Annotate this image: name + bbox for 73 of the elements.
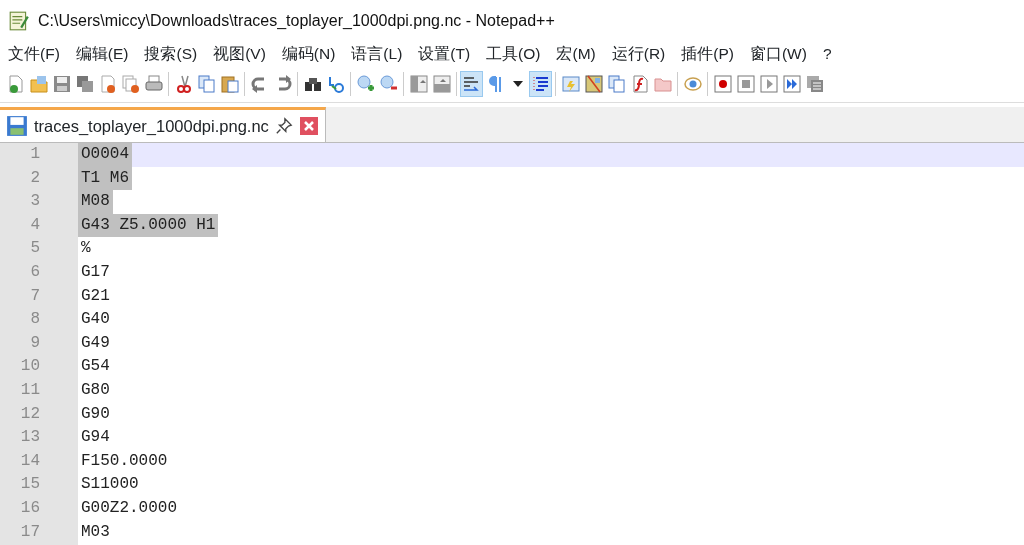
menu-item[interactable]: 窗口(W) bbox=[741, 41, 815, 66]
code-line: G49 bbox=[80, 332, 111, 354]
window-title: C:\Users\miccy\Downloads\traces_toplayer_1000dpi.png.nc - Notepad++ bbox=[38, 10, 555, 31]
code-line: G54 bbox=[80, 356, 111, 378]
code-line: G40 bbox=[80, 309, 111, 331]
fast-forward-icon bbox=[781, 74, 802, 94]
record-icon bbox=[712, 74, 733, 94]
menu-item[interactable]: 文件(F) bbox=[0, 41, 68, 66]
line-number: 3 bbox=[0, 190, 78, 214]
code-line: F150.0000 bbox=[80, 450, 169, 472]
menu-item[interactable]: 插件(P) bbox=[673, 41, 742, 66]
code-line: S11000 bbox=[80, 474, 140, 496]
file-tab[interactable]: traces_toplayer_1000dpi.png.nc bbox=[0, 107, 326, 142]
split-view-icon bbox=[431, 74, 452, 94]
code-line: G90 bbox=[80, 403, 111, 425]
code-line: G80 bbox=[80, 379, 111, 401]
zoom-in-icon bbox=[355, 74, 376, 94]
line-number: 16 bbox=[0, 496, 78, 521]
line-number: 15 bbox=[0, 473, 78, 497]
save-all-icon bbox=[74, 74, 95, 94]
code-line: G21 bbox=[80, 285, 111, 307]
menu-item[interactable]: 设置(T) bbox=[410, 41, 479, 66]
dropdown-icon bbox=[512, 81, 523, 87]
line-number: 9 bbox=[0, 331, 78, 356]
line-number: 6 bbox=[0, 260, 78, 285]
menu-item[interactable]: 宏(M) bbox=[548, 41, 604, 66]
menu-item[interactable]: 编码(N) bbox=[273, 41, 344, 66]
code-line: G17 bbox=[80, 261, 111, 283]
menu-item[interactable]: 工具(O) bbox=[478, 41, 549, 66]
line-number: 4 bbox=[0, 213, 78, 238]
close-icon[interactable] bbox=[298, 116, 319, 136]
menu-item[interactable]: 搜索(S) bbox=[136, 41, 206, 66]
open-folder-icon bbox=[28, 74, 49, 94]
line-number: 7 bbox=[0, 284, 78, 309]
stop-icon bbox=[735, 74, 756, 94]
line-number: 10 bbox=[0, 355, 78, 379]
pin-icon[interactable] bbox=[274, 117, 293, 135]
play-icon bbox=[758, 74, 779, 94]
line-number: 8 bbox=[0, 308, 78, 332]
indent-guide-icon bbox=[530, 74, 551, 94]
window-icon bbox=[560, 74, 581, 94]
printer-icon bbox=[143, 74, 164, 94]
documents-icon bbox=[606, 74, 627, 94]
split-view-icon bbox=[408, 74, 429, 94]
line-number: 12 bbox=[0, 402, 78, 427]
line-number: 14 bbox=[0, 449, 78, 474]
code-line: M03 bbox=[80, 521, 111, 543]
menu-item[interactable]: 运行(R) bbox=[603, 41, 674, 66]
copy-icon bbox=[196, 74, 217, 94]
menu-item[interactable]: ? bbox=[814, 41, 840, 66]
keyboard-icon bbox=[804, 74, 825, 94]
tab-label: traces_toplayer_1000dpi.png.nc bbox=[34, 115, 269, 137]
code-line: % bbox=[80, 238, 92, 260]
word-wrap-icon bbox=[461, 74, 482, 94]
line-number: 1 bbox=[0, 143, 78, 167]
line-number: 13 bbox=[0, 426, 78, 450]
save-icon bbox=[6, 115, 28, 137]
save-icon bbox=[51, 74, 72, 94]
map-icon bbox=[583, 74, 604, 94]
eye-icon bbox=[682, 74, 703, 94]
paste-icon bbox=[219, 74, 240, 94]
toolbar-button[interactable] bbox=[529, 71, 552, 97]
line-number: 11 bbox=[0, 378, 78, 403]
line-number: 17 bbox=[0, 520, 78, 545]
menu-item[interactable]: 语言(L) bbox=[343, 41, 411, 66]
menu-item[interactable]: 编辑(E) bbox=[67, 41, 137, 66]
line-number: 5 bbox=[0, 237, 78, 261]
line-number: 2 bbox=[0, 166, 78, 191]
code-line: G00Z2.0000 bbox=[80, 497, 178, 519]
code-line: G94 bbox=[80, 427, 111, 449]
notepad-icon bbox=[8, 9, 30, 32]
close-all-icon bbox=[120, 74, 141, 94]
menu-item[interactable]: 视图(V) bbox=[205, 41, 274, 66]
